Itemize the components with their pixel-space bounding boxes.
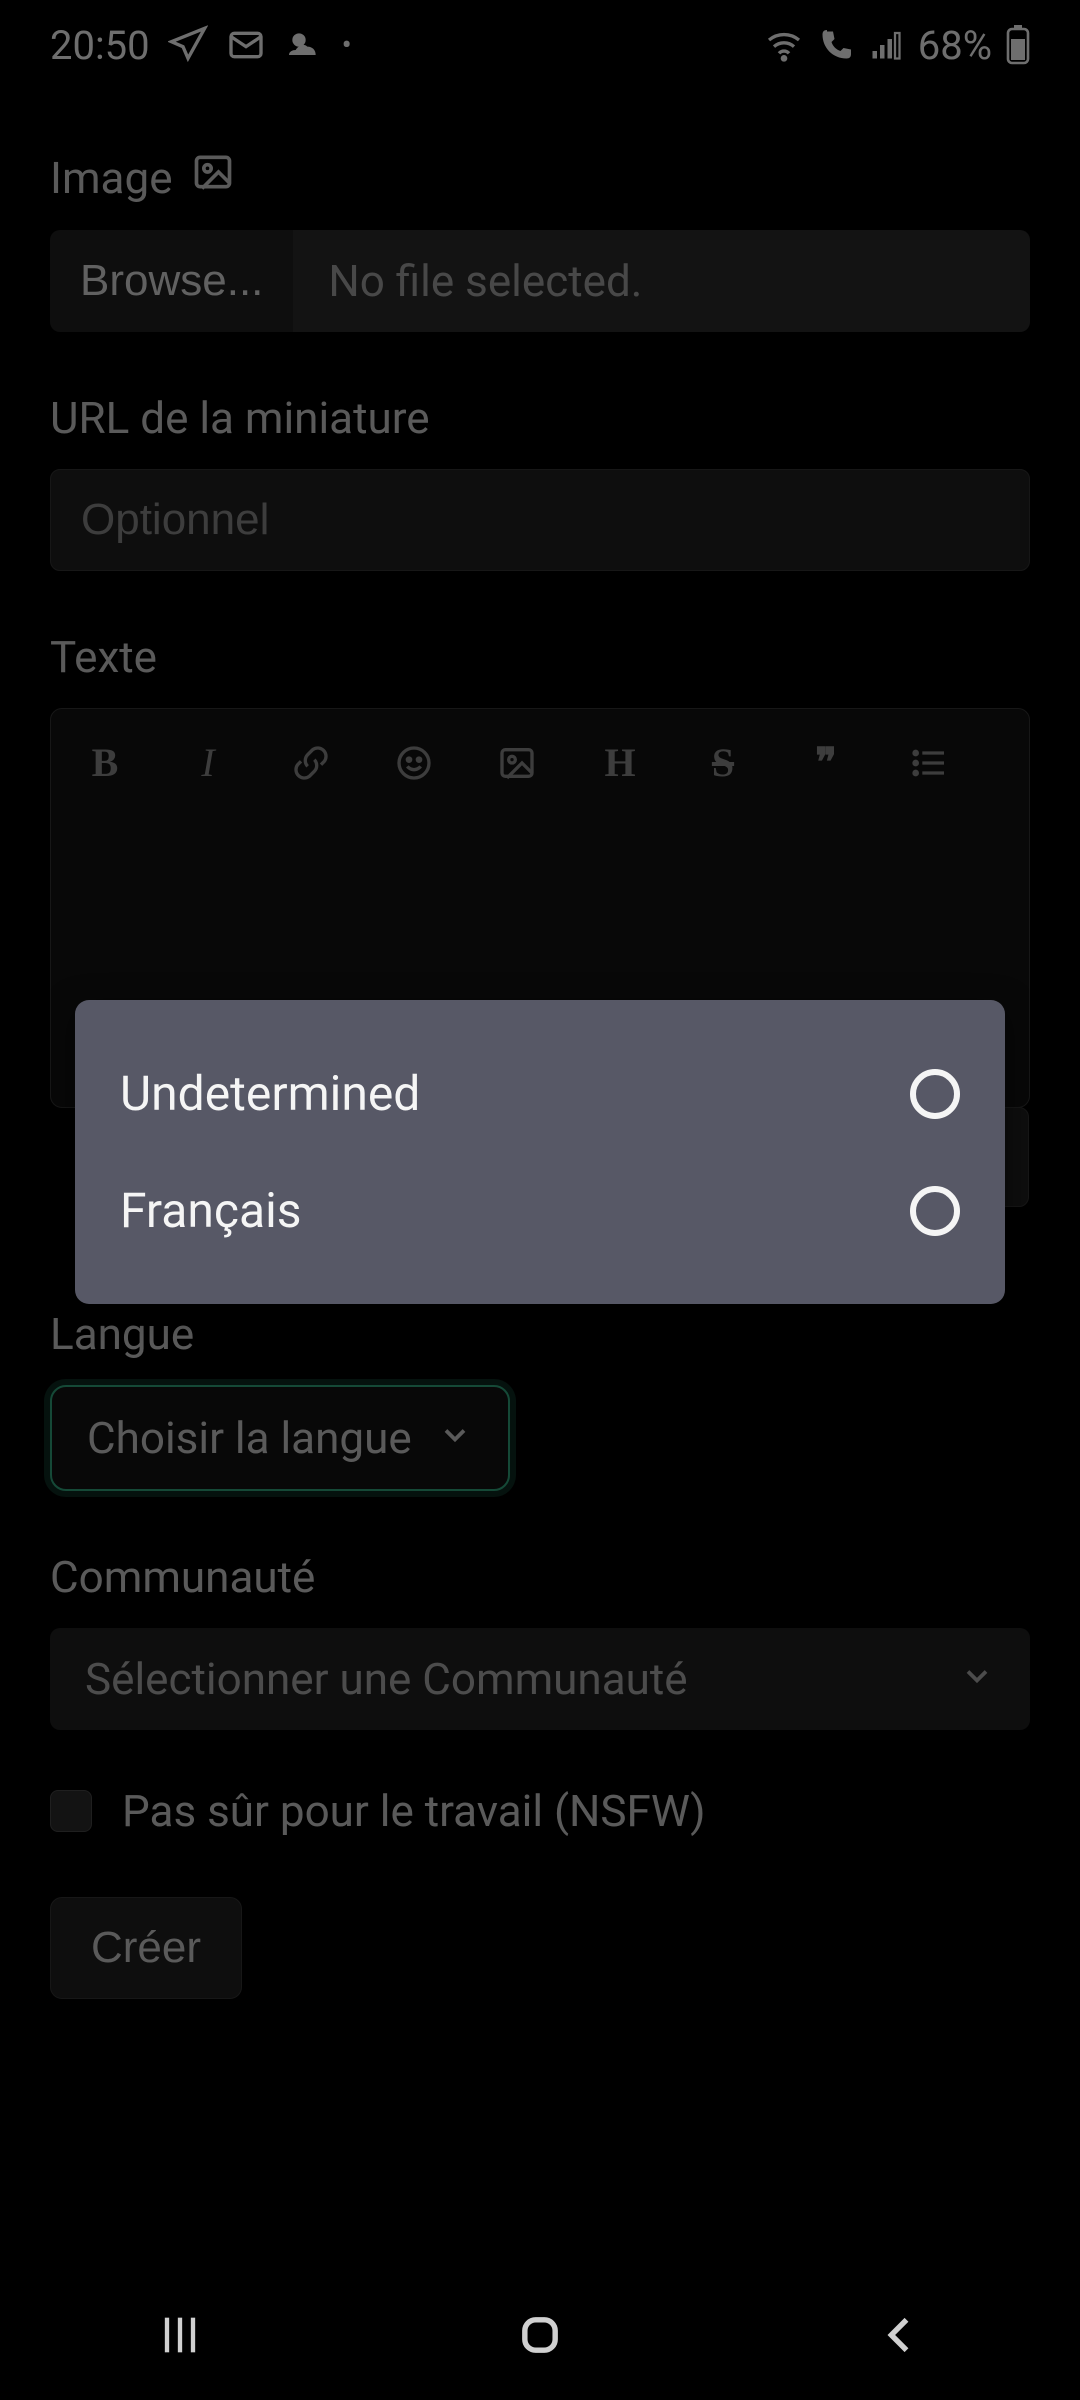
link-icon[interactable]	[287, 743, 335, 783]
nsfw-row[interactable]: Pas sûr pour le travail (NSFW)	[50, 1785, 1030, 1837]
language-label: Langue	[50, 1308, 1030, 1360]
chevron-down-icon	[437, 1412, 473, 1464]
quote-icon[interactable]: ❞	[802, 739, 850, 786]
send-icon	[168, 25, 208, 65]
heading-icon[interactable]: H	[596, 739, 644, 786]
strike-icon[interactable]: S	[699, 739, 747, 786]
popup-option-label: Français	[120, 1182, 302, 1239]
battery-percent: 68%	[918, 22, 992, 69]
create-button[interactable]: Créer	[50, 1897, 242, 1999]
community-select[interactable]: Sélectionner une Communauté	[50, 1628, 1030, 1730]
community-placeholder: Sélectionner une Communauté	[85, 1653, 688, 1705]
popup-option-francais[interactable]: Français	[75, 1152, 1005, 1269]
file-status: No file selected.	[293, 230, 1030, 332]
system-navbar	[0, 2270, 1080, 2400]
list-icon[interactable]	[905, 743, 953, 783]
recents-icon[interactable]	[154, 2309, 206, 2361]
thumb-label: URL de la miniature	[50, 392, 1030, 444]
italic-icon[interactable]: I	[184, 739, 232, 786]
radio-unselected-icon[interactable]	[910, 1069, 960, 1119]
home-icon[interactable]	[514, 2309, 566, 2361]
image-icon	[191, 150, 235, 205]
nsfw-label: Pas sûr pour le travail (NSFW)	[122, 1785, 706, 1837]
nsfw-checkbox[interactable]	[50, 1790, 92, 1832]
popup-option-label: Undetermined	[120, 1065, 420, 1122]
popup-option-undetermined[interactable]: Undetermined	[75, 1035, 1005, 1152]
image-label: Image	[50, 150, 1030, 205]
emoji-icon[interactable]	[390, 743, 438, 783]
thumb-input[interactable]	[50, 469, 1030, 571]
signal-icon	[868, 27, 904, 63]
language-selected-value: Choisir la langue	[87, 1412, 412, 1464]
status-bar: 20:50 • 68%	[0, 0, 1080, 90]
status-time: 20:50	[50, 22, 150, 69]
bold-icon[interactable]: B	[81, 739, 129, 786]
community-label: Communauté	[50, 1551, 1030, 1603]
weather-icon	[284, 25, 324, 65]
radio-unselected-icon[interactable]	[910, 1186, 960, 1236]
text-label: Texte	[50, 631, 1030, 683]
wifi-icon	[764, 25, 804, 65]
back-icon[interactable]	[874, 2309, 926, 2361]
dot-icon: •	[342, 28, 352, 63]
language-popup: Undetermined Français	[75, 1000, 1005, 1304]
battery-icon	[1006, 25, 1030, 65]
editor-toolbar: B I H S ❞	[51, 709, 1029, 796]
mail-icon	[226, 25, 266, 65]
photo-icon[interactable]	[493, 743, 541, 783]
chevron-down-icon	[959, 1653, 995, 1705]
browse-button[interactable]: Browse...	[50, 230, 293, 332]
language-select[interactable]: Choisir la langue	[50, 1385, 510, 1491]
call-icon	[818, 27, 854, 63]
